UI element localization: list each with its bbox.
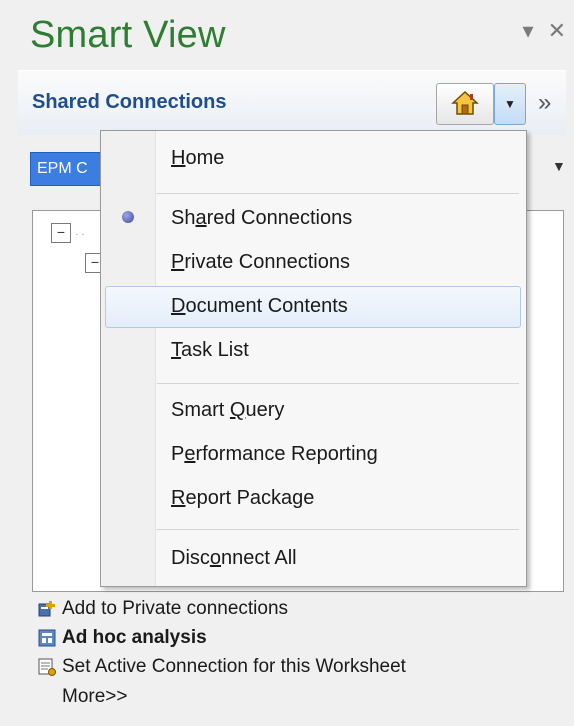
menu-item-label: Shared Connections <box>171 207 353 229</box>
menu-item-label: Performance Reporting <box>171 443 378 465</box>
menu-item-label: Report Package <box>171 487 315 509</box>
chevron-down-icon: ▼ <box>504 97 516 111</box>
menu-item-label: Document Contents <box>171 295 348 317</box>
add-connection-icon <box>38 601 55 617</box>
pane-controls: ▾ ✕ <box>523 18 566 44</box>
menu-item-disconnect-all[interactable]: Disconnect All <box>105 539 519 579</box>
home-icon <box>451 90 479 115</box>
set-active-icon <box>38 658 56 676</box>
double-chevron-right-icon[interactable]: » <box>538 89 551 117</box>
link-label: Ad hoc analysis <box>62 627 207 648</box>
pin-dropdown-icon[interactable]: ▾ <box>523 18 534 44</box>
menu-item-smart-query[interactable]: Smart Query <box>105 391 519 431</box>
link-label: Add to Private connections <box>62 598 289 619</box>
menu-separator <box>157 529 519 530</box>
tree-collapse-icon[interactable]: − <box>51 223 71 243</box>
menu-separator <box>157 383 519 384</box>
panel-header: Shared Connections ▼ » <box>18 70 566 135</box>
menu-item-report-package[interactable]: Report Package <box>105 479 519 519</box>
menu-item-task-list[interactable]: Task List <box>105 331 519 371</box>
menu-item-document-contents[interactable]: Document Contents <box>105 286 521 328</box>
view-dropdown-button[interactable]: ▼ <box>494 83 526 125</box>
close-icon[interactable]: ✕ <box>548 18 566 44</box>
view-menu: Home Shared Connections Private Connecti… <box>100 130 527 587</box>
menu-item-performance-reporting[interactable]: Performance Reporting <box>105 435 519 475</box>
menu-item-shared-connections[interactable]: Shared Connections <box>105 199 519 239</box>
panel-title: Shared Connections <box>32 91 227 113</box>
menu-separator <box>157 193 519 194</box>
selected-radio-icon <box>122 211 134 223</box>
menu-item-home[interactable]: Home <box>105 139 519 179</box>
smart-view-pane: Smart View ▾ ✕ Shared Connections ▼ » EP… <box>0 0 574 726</box>
menu-item-label: Private Connections <box>171 251 350 273</box>
menu-item-label: Smart Query <box>171 399 285 421</box>
home-button[interactable] <box>436 83 494 125</box>
menu-item-label: Disconnect All <box>171 547 297 569</box>
ad-hoc-icon <box>38 629 56 647</box>
combo-arrow-icon[interactable]: ▼ <box>552 158 566 174</box>
tree-connector: · · · <box>69 229 85 240</box>
link-label: Set Active Connection for this Worksheet <box>62 656 406 677</box>
menu-item-label: Task List <box>171 339 249 361</box>
pane-title: Smart View <box>30 14 226 56</box>
menu-item-private-connections[interactable]: Private Connections <box>105 243 519 283</box>
link-label: More>> <box>62 686 128 707</box>
menu-item-label: Home <box>171 147 225 169</box>
